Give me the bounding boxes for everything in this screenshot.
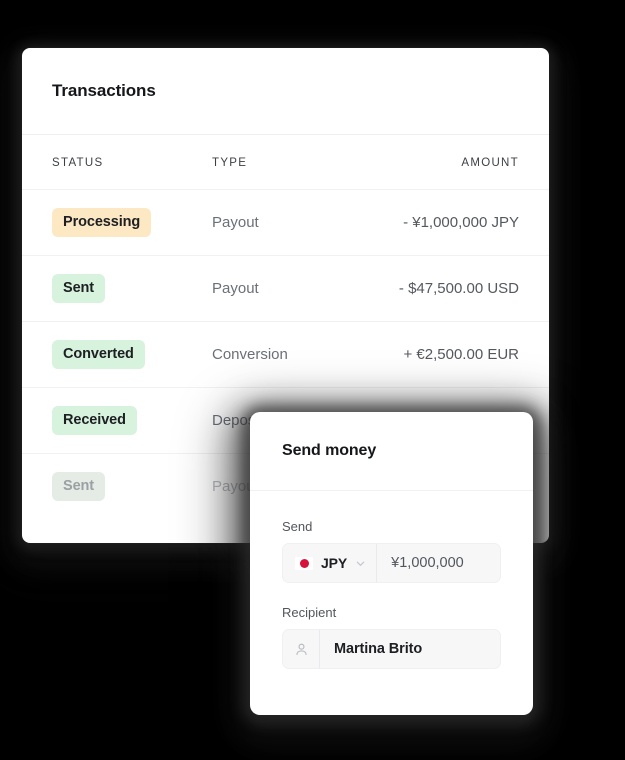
flag-jp-icon [295,556,313,570]
popup-title: Send money [282,442,377,459]
cell-type: Payout [212,280,259,297]
cell-status: Sent [22,454,212,520]
cell-amount: - $47,500.00 USD [398,280,519,297]
person-icon [283,630,320,668]
table-row[interactable]: Sent Payout - $47,500.00 USD [22,255,549,322]
cell-type: Payout [212,214,259,231]
status-badge: Converted [52,340,145,369]
cell-type: Conversion [212,346,288,363]
status-badge: Sent [52,274,106,303]
status-badge: Processing [52,208,152,237]
column-header-status: STATUS [52,157,104,169]
recipient-field-group: Martina Brito [282,629,501,669]
table-row[interactable]: Converted Conversion + €2,500.00 EUR [22,321,549,388]
chevron-down-icon [355,558,366,569]
cell-status: Sent [22,256,212,322]
send-field-group: JPY ¥1,000,000 [282,543,501,583]
table-header: STATUS TYPE AMOUNT [22,135,549,190]
recipient-label: Recipient [282,605,337,620]
send-money-popup: Send money Send JPY ¥1,000,000 Recipient [250,412,533,715]
screen: Transactions STATUS TYPE AMOUNT Processi… [0,0,625,760]
popup-body: Send JPY ¥1,000,000 Recipient Martina Br… [250,491,533,669]
card-header: Transactions [22,48,549,135]
currency-code: JPY [321,555,348,571]
table-row[interactable]: Processing Payout - ¥1,000,000 JPY [22,189,549,256]
cell-status: Processing [22,190,212,256]
recipient-name-input[interactable]: Martina Brito [320,630,500,668]
cell-status: Received [22,388,212,454]
column-header-type: TYPE [212,157,248,169]
column-header-amount: AMOUNT [461,157,519,169]
popup-header: Send money [250,412,533,491]
status-badge: Received [52,406,137,435]
currency-select[interactable]: JPY [283,544,378,582]
cell-amount: + €2,500.00 EUR [403,346,520,363]
cell-amount: - ¥1,000,000 JPY [403,214,519,231]
status-badge: Sent [52,472,106,501]
page-title: Transactions [52,81,156,100]
table-header-row: STATUS TYPE AMOUNT [22,135,549,190]
send-amount-input[interactable]: ¥1,000,000 [377,544,500,582]
cell-status: Converted [22,322,212,388]
send-label: Send [282,519,313,534]
